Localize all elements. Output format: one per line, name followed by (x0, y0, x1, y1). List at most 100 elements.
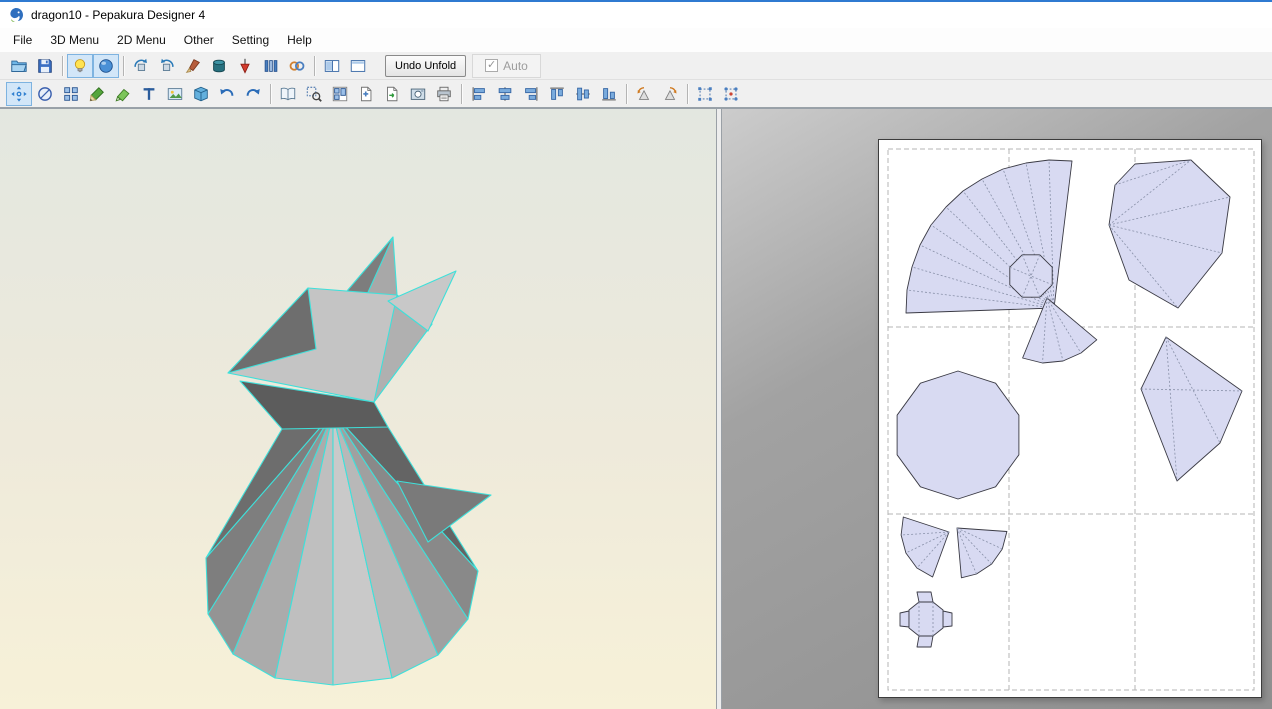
toolbar-2d-icons (6, 81, 744, 106)
texture-view-button[interactable] (93, 53, 119, 78)
menu-help[interactable]: Help (278, 29, 321, 51)
align-center-v-icon (574, 85, 592, 103)
pattern-sheet-canvas[interactable] (879, 140, 1263, 699)
single-window-button[interactable] (345, 54, 371, 78)
insert-image-icon (166, 85, 184, 103)
toolbar-separator (687, 83, 688, 104)
zoom-select-icon (305, 85, 323, 103)
flap-brush-button[interactable] (110, 82, 136, 106)
toolbar-separator (123, 55, 124, 76)
auto-checkbox[interactable] (485, 59, 499, 72)
texture-view-icon (97, 57, 115, 75)
capture-view-icon (409, 85, 427, 103)
rotate-view-left-icon (132, 57, 150, 75)
add-page-button[interactable] (353, 82, 379, 106)
toolbar-main: Undo Unfold Auto (0, 52, 1272, 80)
pattern-piece-leg-box[interactable] (899, 591, 953, 648)
align-top-button[interactable] (544, 82, 570, 106)
export-page-button[interactable] (379, 82, 405, 106)
toolbar-main-icons (6, 53, 371, 78)
align-right-icon (522, 85, 540, 103)
snap-vertices-button[interactable] (718, 82, 744, 106)
zoom-select-button[interactable] (301, 82, 327, 106)
rotate-view-left-button[interactable] (128, 54, 154, 78)
auto-checkbox-group: Auto (472, 53, 541, 78)
pattern-piece-cap-octagon[interactable] (1009, 254, 1053, 298)
scale-bars-button[interactable] (258, 54, 284, 78)
undo-icon (218, 85, 236, 103)
save-file-icon (36, 57, 54, 75)
open-file-button[interactable] (6, 54, 32, 78)
align-center-v-button[interactable] (570, 82, 596, 106)
split-window-button[interactable] (319, 54, 345, 78)
light-toggle-button[interactable] (67, 53, 93, 78)
rotate-cw-button[interactable] (657, 82, 683, 106)
rotate-ccw-button[interactable] (631, 82, 657, 106)
align-center-h-button[interactable] (492, 82, 518, 106)
menu-other[interactable]: Other (175, 29, 223, 51)
menu-2d-menu[interactable]: 2D Menu (108, 29, 175, 51)
menu-file[interactable]: File (4, 29, 41, 51)
menu-setting[interactable]: Setting (223, 29, 278, 51)
align-right-button[interactable] (518, 82, 544, 106)
pattern-piece-head[interactable] (1108, 159, 1231, 309)
rotate-view-right-icon (158, 57, 176, 75)
pepakura-window: { "window": { "title": "dragon10 - Pepak… (0, 0, 1272, 709)
insert-text-button[interactable] (136, 82, 162, 106)
view-2d-pane[interactable] (722, 109, 1272, 709)
title-bar: dragon10 - Pepakura Designer 4 (0, 0, 1272, 28)
pattern-piece-ear-fan-right[interactable] (956, 527, 1008, 579)
paint-material-button[interactable] (180, 54, 206, 78)
auto-layout-button[interactable] (327, 82, 353, 106)
save-file-button[interactable] (32, 54, 58, 78)
redo-icon (244, 85, 262, 103)
undo-unfold-button[interactable]: Undo Unfold (385, 54, 467, 77)
redo-button[interactable] (240, 82, 266, 106)
pattern-piece-base-decagon[interactable] (896, 370, 1020, 500)
pattern-page[interactable] (878, 139, 1262, 698)
material-cylinder-button[interactable] (206, 54, 232, 78)
book-layout-button[interactable] (275, 82, 301, 106)
toolbar-separator (62, 55, 63, 76)
toolbar-separator (626, 83, 627, 104)
snap-grid-button[interactable] (692, 82, 718, 106)
main-area (0, 108, 1272, 709)
rotate-cw-icon (661, 85, 679, 103)
pattern-piece-ear-fan-left[interactable] (900, 516, 950, 578)
auto-checkmark-icon (487, 60, 496, 71)
app-logo-icon (8, 7, 24, 23)
export-page-icon (383, 85, 401, 103)
toolbar-separator (314, 55, 315, 76)
auto-checkbox-label: Auto (503, 58, 528, 73)
parts-box-button[interactable] (188, 82, 214, 106)
menu-bar: File 3D Menu 2D Menu Other Setting Help (0, 28, 1272, 52)
view-3d-pane[interactable] (0, 109, 716, 709)
toolbar-separator (270, 83, 271, 104)
insert-image-button[interactable] (162, 82, 188, 106)
menu-3d-menu[interactable]: 3D Menu (41, 29, 108, 51)
plumb-measure-button[interactable] (232, 54, 258, 78)
undo-button[interactable] (214, 82, 240, 106)
divide-parts-button[interactable] (58, 82, 84, 106)
toolbar-separator (461, 83, 462, 104)
select-disc-icon (36, 85, 54, 103)
flap-brush-icon (114, 85, 132, 103)
joint-link-button[interactable] (284, 54, 310, 78)
joint-link-icon (288, 57, 306, 75)
edge-pencil-button[interactable] (84, 82, 110, 106)
pan-tool-button[interactable] (6, 81, 32, 106)
rotate-view-right-button[interactable] (154, 54, 180, 78)
split-window-icon (323, 57, 341, 75)
snap-vertices-icon (722, 85, 740, 103)
align-left-button[interactable] (466, 82, 492, 106)
3d-model-canvas[interactable] (0, 109, 716, 709)
model-body-cone[interactable] (205, 412, 479, 686)
capture-view-button[interactable] (405, 82, 431, 106)
pattern-piece-tail-kite[interactable] (1140, 336, 1243, 482)
select-disc-button[interactable] (32, 82, 58, 106)
align-bottom-button[interactable] (596, 82, 622, 106)
print-button[interactable] (431, 82, 457, 106)
single-window-icon (349, 57, 367, 75)
snap-grid-icon (696, 85, 714, 103)
divide-parts-icon (62, 85, 80, 103)
